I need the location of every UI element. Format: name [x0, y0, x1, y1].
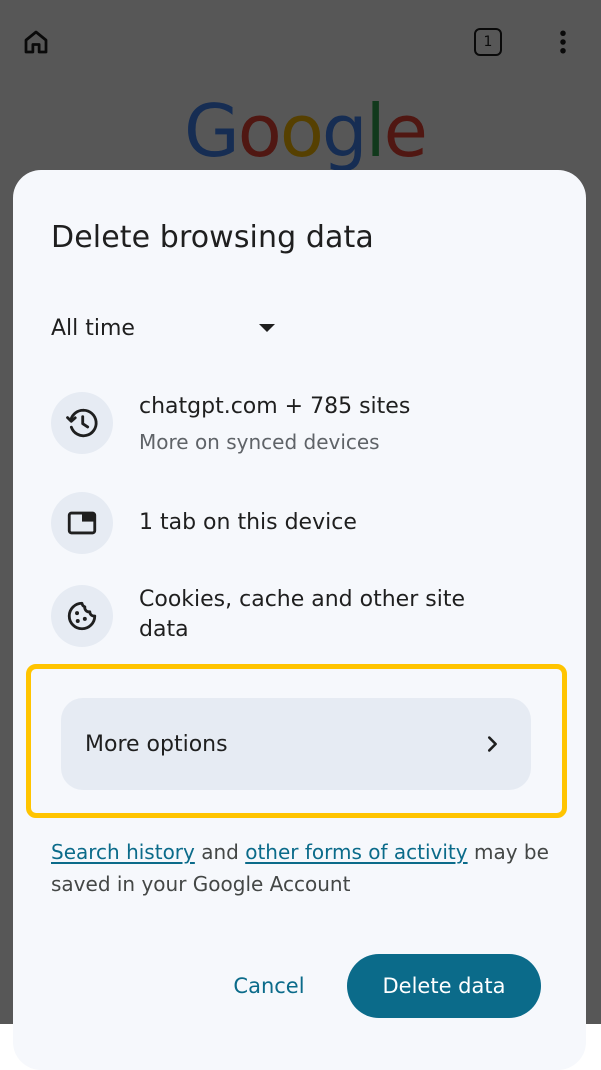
time-range-selected: All time	[51, 315, 135, 341]
account-activity-note: Search history and other forms of activi…	[51, 836, 551, 900]
tabs-summary: 1 tab on this device	[139, 510, 357, 535]
delete-data-button[interactable]: Delete data	[347, 954, 541, 1018]
history-summary: chatgpt.com + 785 sites	[139, 394, 411, 419]
time-range-dropdown[interactable]: All time	[51, 310, 281, 346]
cookies-summary: Cookies, cache and other site data	[139, 587, 465, 642]
cancel-button[interactable]: Cancel	[209, 954, 329, 1018]
footer-text-1: and	[194, 840, 246, 864]
chevron-right-icon	[487, 736, 497, 752]
dropdown-arrow-icon	[259, 324, 275, 332]
history-synced-note: More on synced devices	[139, 430, 380, 454]
cookies-cache-row[interactable]: Cookies, cache and other site data	[51, 585, 551, 647]
open-tabs-row[interactable]: 1 tab on this device	[51, 492, 551, 554]
dialog-title: Delete browsing data	[51, 220, 374, 255]
delete-browsing-data-dialog: Delete browsing data All time chatgpt.co…	[13, 170, 586, 1070]
cookie-icon	[51, 585, 113, 647]
browsing-history-row[interactable]: chatgpt.com + 785 sites More on synced d…	[51, 392, 551, 456]
history-icon	[51, 392, 113, 454]
more-options-button[interactable]: More options	[61, 698, 531, 790]
dialog-actions: Cancel Delete data	[13, 954, 586, 1018]
tab-icon	[51, 492, 113, 554]
search-history-link[interactable]: Search history	[51, 840, 195, 864]
more-options-label: More options	[85, 731, 228, 757]
other-activity-link[interactable]: other forms of activity	[245, 840, 467, 864]
